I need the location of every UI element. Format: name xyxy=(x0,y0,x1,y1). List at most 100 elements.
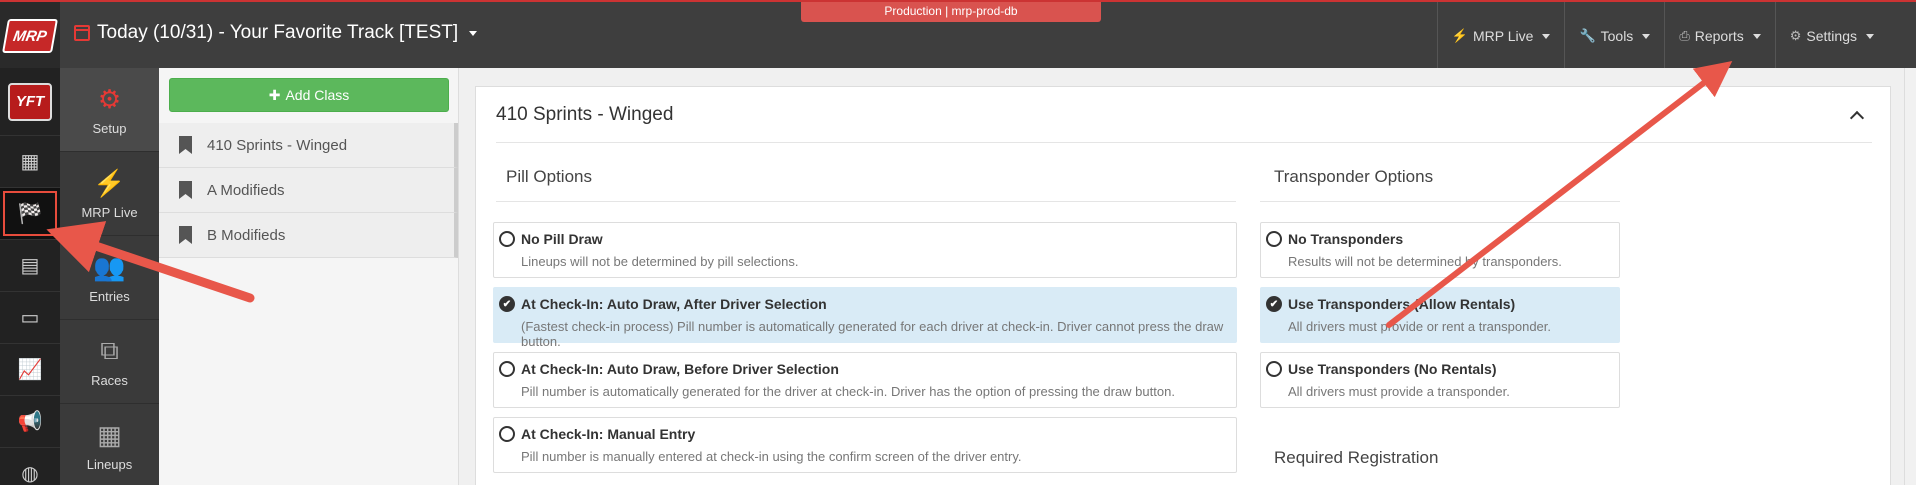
calendar-icon[interactable]: ▦ xyxy=(0,136,60,188)
track-logo[interactable]: YFT xyxy=(0,68,60,136)
class-item-label: 410 Sprints - Winged xyxy=(207,136,348,154)
subnav-entries[interactable]: 👥 Entries xyxy=(60,236,159,320)
class-settings-area: 410 Sprints - Winged Pill Options Transp… xyxy=(459,68,1916,485)
section-nav: ⚙ Setup ⚡ MRP Live 👥 Entries ⧉ Races ▦ L… xyxy=(60,68,159,485)
track-selector[interactable]: Today (10/31) - Your Favorite Track [TES… xyxy=(74,22,478,44)
subnav-races-label: Races xyxy=(91,373,128,388)
option-title: No Pill Draw xyxy=(521,231,603,247)
option-description: Pill number is manually entered at check… xyxy=(521,449,1022,464)
class-item[interactable]: A Modifieds xyxy=(159,168,458,213)
nav-settings-label: Settings xyxy=(1806,28,1857,44)
class-list-panel: ✚ Add Class 410 Sprints - Winged A Modif… xyxy=(159,68,459,485)
top-nav-menu: ⚡ MRP Live 🔧 Tools ⎙ Reports ⚙ Settings xyxy=(1436,2,1888,70)
page-scrollbar[interactable] xyxy=(1904,68,1916,485)
radio-checked-icon[interactable]: ✔ xyxy=(499,296,515,312)
option-description: All drivers must provide or rent a trans… xyxy=(1288,319,1552,334)
option-description: (Fastest check-in process) Pill number i… xyxy=(521,319,1224,349)
nav-mrp-live-label: MRP Live xyxy=(1473,28,1534,44)
users-icon: 👥 xyxy=(93,251,126,282)
environment-badge: Production | mrp-prod-db xyxy=(801,2,1101,22)
newspaper-icon[interactable]: ▤ xyxy=(0,240,60,292)
pill-option-manual[interactable]: At Check-In: Manual Entry Pill number is… xyxy=(493,417,1237,473)
nav-reports-label: Reports xyxy=(1694,28,1744,44)
megaphone-icon[interactable]: 📢 xyxy=(0,396,60,448)
checkered-flag-icon[interactable]: 🏁 xyxy=(0,188,60,240)
transponder-option-none[interactable]: No Transponders Results will not be dete… xyxy=(1260,222,1620,278)
bookmark-icon xyxy=(179,136,192,154)
subnav-mrp-live[interactable]: ⚡ MRP Live xyxy=(60,152,159,236)
nav-tools-label: Tools xyxy=(1600,28,1634,44)
transponder-options-heading: Transponder Options xyxy=(1274,167,1434,186)
nav-tools[interactable]: 🔧 Tools xyxy=(1564,2,1664,70)
radio-checked-icon[interactable]: ✔ xyxy=(1266,296,1282,312)
option-title: At Check-In: Manual Entry xyxy=(521,426,696,442)
pill-options-heading: Pill Options xyxy=(506,167,592,186)
option-title: Use Transponders (No Rentals) xyxy=(1288,361,1497,377)
class-title: 410 Sprints - Winged xyxy=(496,103,674,125)
caret-down-icon xyxy=(1642,33,1651,39)
pill-option-no-draw[interactable]: No Pill Draw Lineups will not be determi… xyxy=(493,222,1237,278)
subnav-lineups-label: Lineups xyxy=(86,456,133,472)
pill-option-auto-after[interactable]: ✔ At Check-In: Auto Draw, After Driver Se… xyxy=(493,287,1237,349)
radio-button[interactable] xyxy=(1266,361,1282,377)
plus-icon: ✚ xyxy=(268,86,281,103)
chevron-up-icon[interactable] xyxy=(1849,110,1865,125)
subnav-setup-label: Setup xyxy=(92,120,127,136)
divider xyxy=(496,201,1236,202)
mrp-logo-badge: MRP xyxy=(2,19,58,53)
gear-icon: ⚙ xyxy=(1789,28,1802,43)
wrench-icon: 🔧 xyxy=(1579,28,1596,43)
caret-down-icon xyxy=(1866,33,1874,39)
top-navbar: MRP Today (10/31) - Your Favorite Track … xyxy=(0,0,1916,70)
yft-logo-badge: YFT xyxy=(8,82,52,121)
card-header[interactable]: 410 Sprints - Winged xyxy=(496,87,1872,143)
bolt-icon: ⚡ xyxy=(1451,28,1468,43)
divider xyxy=(1260,201,1620,202)
nav-reports[interactable]: ⎙ Reports xyxy=(1664,2,1774,70)
sitemap-icon: ⧉ xyxy=(100,335,119,365)
transponder-option-allow-rentals[interactable]: ✔ Use Transponders (Allow Rentals) All dr… xyxy=(1260,287,1620,343)
bookmark-icon xyxy=(179,181,192,199)
class-list: 410 Sprints - Winged A Modifieds B Modif… xyxy=(159,123,458,258)
option-title: At Check-In: Auto Draw, After Driver Sel… xyxy=(521,296,827,312)
bolt-icon: ⚡ xyxy=(93,167,126,198)
option-description: Pill number is automatically generated f… xyxy=(521,384,1175,399)
subnav-lineups[interactable]: ▦ Lineups xyxy=(60,404,159,485)
radio-button[interactable] xyxy=(499,426,515,442)
calendar-icon xyxy=(74,25,90,41)
option-title: Use Transponders (Allow Rentals) xyxy=(1288,296,1516,312)
bookmark-icon xyxy=(179,226,192,244)
option-description: Results will not be determined by transp… xyxy=(1288,254,1562,269)
caret-down-icon xyxy=(469,30,478,36)
print-icon: ⎙ xyxy=(1679,28,1690,43)
radio-button[interactable] xyxy=(499,231,515,247)
subnav-races[interactable]: ⧉ Races xyxy=(60,320,159,404)
class-item[interactable]: B Modifieds xyxy=(159,213,458,258)
nav-settings[interactable]: ⚙ Settings xyxy=(1774,2,1888,70)
chart-icon[interactable]: 📈 xyxy=(0,344,60,396)
subnav-setup[interactable]: ⚙ Setup xyxy=(60,68,159,152)
gear-icon: ⚙ xyxy=(97,83,122,114)
add-class-button[interactable]: ✚ Add Class xyxy=(169,78,449,112)
icon-sidebar: YFT ▦ 🏁 ▤ ▭ 📈 📢 ◍ xyxy=(0,68,60,485)
option-title: At Check-In: Auto Draw, Before Driver Se… xyxy=(521,361,839,377)
option-description: Lineups will not be determined by pill s… xyxy=(521,254,799,269)
radio-button[interactable] xyxy=(1266,231,1282,247)
app-logo[interactable]: MRP xyxy=(0,2,60,70)
option-description: All drivers must provide a transponder. xyxy=(1288,384,1510,399)
radio-button[interactable] xyxy=(499,361,515,377)
subnav-entries-label: Entries xyxy=(89,288,130,304)
pill-option-auto-before[interactable]: At Check-In: Auto Draw, Before Driver Se… xyxy=(493,352,1237,408)
option-title: No Transponders xyxy=(1288,231,1404,247)
grid-icon: ▦ xyxy=(97,419,122,450)
required-registration-heading: Required Registration xyxy=(1274,448,1439,467)
globe-icon[interactable]: ◍ xyxy=(0,448,60,485)
ticket-icon[interactable]: ▭ xyxy=(0,292,60,344)
nav-mrp-live[interactable]: ⚡ MRP Live xyxy=(1436,2,1565,70)
class-item-label: A Modifieds xyxy=(207,181,285,199)
transponder-option-no-rentals[interactable]: Use Transponders (No Rentals) All driver… xyxy=(1260,352,1620,408)
caret-down-icon xyxy=(1542,33,1551,39)
class-item-label: B Modifieds xyxy=(207,226,286,244)
class-item[interactable]: 410 Sprints - Winged xyxy=(159,123,458,168)
subnav-mrp-live-label: MRP Live xyxy=(81,204,138,220)
